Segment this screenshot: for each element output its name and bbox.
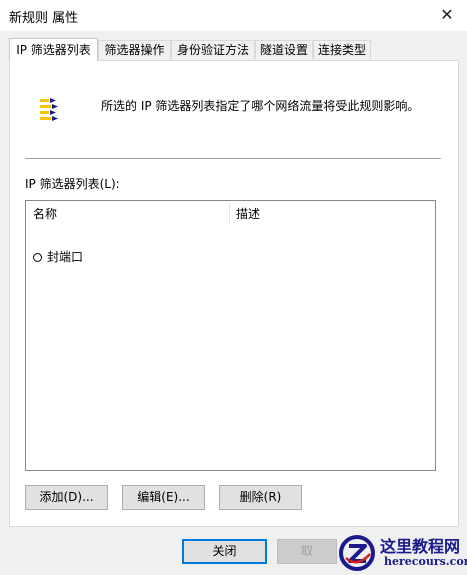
watermark-text: 这里教程网	[380, 537, 461, 556]
column-header-description[interactable]: 描述	[236, 205, 260, 222]
list-item[interactable]: 封端口	[33, 248, 83, 266]
list-header: 名称 描述	[26, 201, 435, 224]
tab-ip-filter-list[interactable]: IP 筛选器列表	[9, 38, 98, 61]
tab-connection-type[interactable]: 连接类型	[313, 40, 371, 59]
filter-list-icon	[40, 98, 58, 121]
ip-filter-listview[interactable]: 名称 描述 封端口	[25, 200, 436, 471]
watermark: 这里教程网 herecours.com	[332, 531, 467, 575]
radio-button[interactable]	[33, 253, 42, 262]
list-item-name: 封端口	[47, 250, 84, 264]
separator	[25, 158, 441, 159]
close-icon[interactable]: ✕	[427, 0, 467, 31]
title-bar: 新规则 属性 ✕	[0, 0, 467, 31]
add-button[interactable]: 添加(D)...	[25, 485, 108, 510]
ip-filter-list-label: IP 筛选器列表(L):	[25, 177, 120, 191]
tab-authentication-methods[interactable]: 身份验证方法	[171, 40, 255, 59]
rule-description: 所选的 IP 筛选器列表指定了哪个网络流量将受此规则影响。	[101, 99, 420, 113]
tab-tunnel-settings[interactable]: 隧道设置	[255, 40, 313, 59]
watermark-logo-icon	[339, 535, 375, 571]
cancel-button: 取	[277, 539, 337, 564]
edit-button[interactable]: 编辑(E)...	[122, 485, 205, 510]
column-divider[interactable]	[229, 203, 230, 223]
properties-dialog: 新规则 属性 ✕ IP 筛选器列表 筛选器操作 身份验证方法 隧道设置 连接类型…	[0, 0, 467, 575]
window-title: 新规则 属性	[9, 11, 79, 26]
delete-button[interactable]: 删除(R)	[219, 485, 302, 510]
close-button[interactable]: 关闭	[182, 539, 267, 564]
watermark-subtext: herecours.com	[384, 555, 467, 568]
tab-filter-action[interactable]: 筛选器操作	[98, 40, 171, 59]
tab-panel: 所选的 IP 筛选器列表指定了哪个网络流量将受此规则影响。 IP 筛选器列表(L…	[9, 60, 459, 527]
column-header-name[interactable]: 名称	[33, 205, 57, 222]
